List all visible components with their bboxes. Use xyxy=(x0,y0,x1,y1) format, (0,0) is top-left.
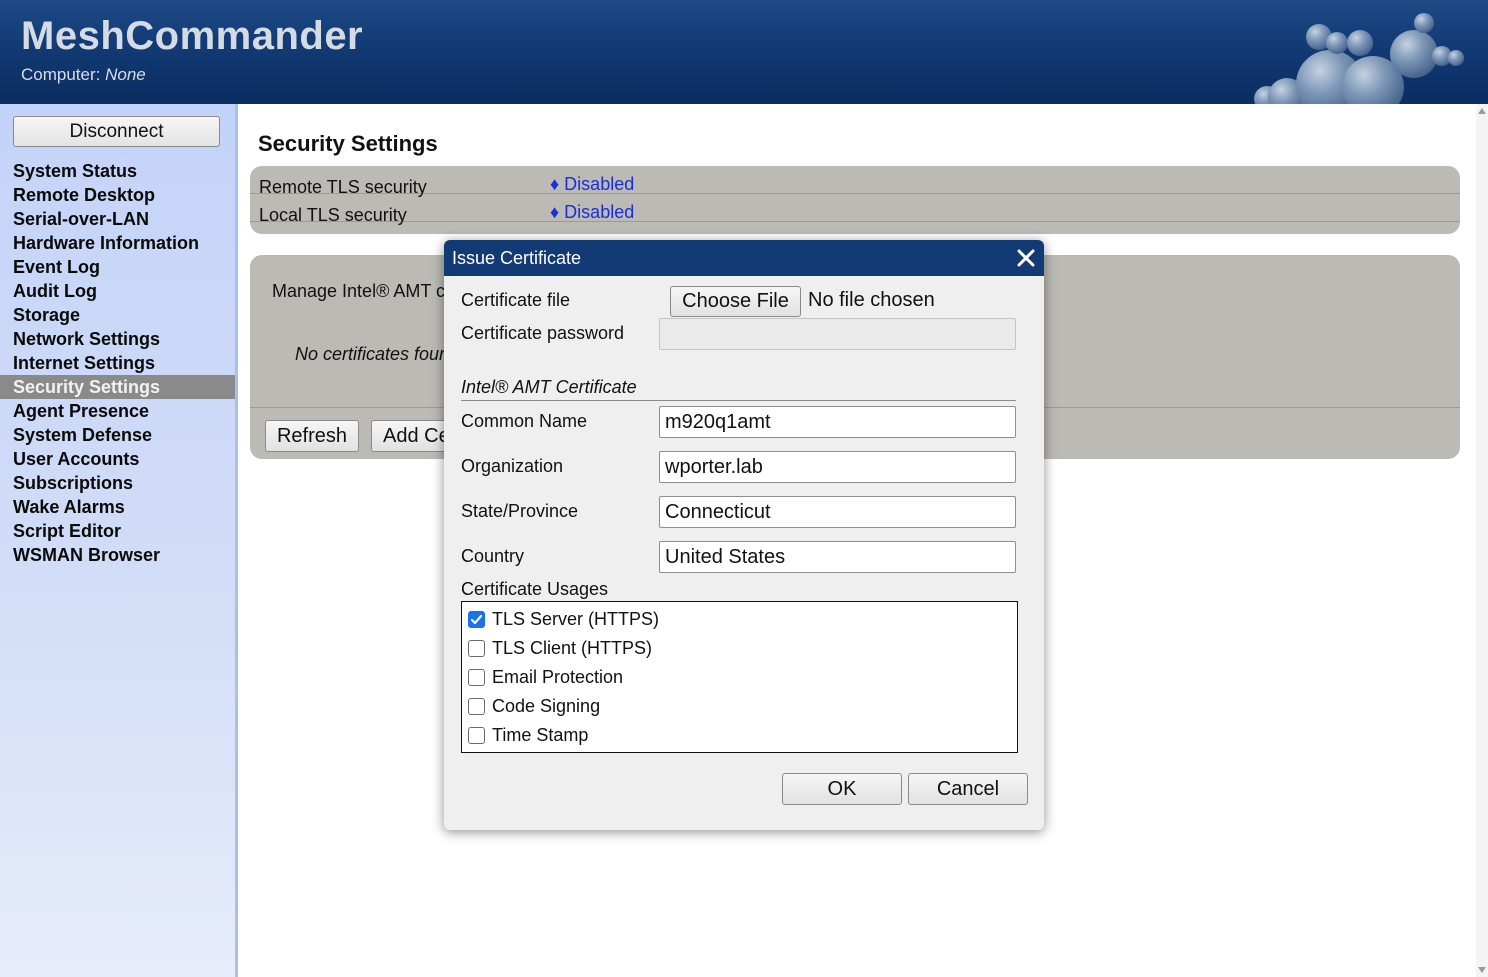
remote-tls-value-link[interactable]: ♦ Disabled xyxy=(550,174,634,195)
usage-code-signing-checkbox[interactable] xyxy=(468,697,485,715)
organization-field[interactable] xyxy=(659,451,1016,483)
local-tls-row: Local TLS security ♦ Disabled xyxy=(250,194,1460,225)
sidebar-item-script-editor[interactable]: Script Editor xyxy=(0,519,235,543)
page-scrollbar[interactable] xyxy=(1476,104,1488,977)
usage-tls-server[interactable]: TLS Server (HTTPS) xyxy=(468,607,659,631)
computer-label: Computer: xyxy=(21,65,101,84)
sidebar-item-event-log[interactable]: Event Log xyxy=(0,255,235,279)
computer-info: Computer: None xyxy=(21,65,146,85)
sidebar-item-wake-alarms[interactable]: Wake Alarms xyxy=(0,495,235,519)
tls-panel: Remote TLS security ♦ Disabled Local TLS… xyxy=(250,166,1460,234)
country-label: Country xyxy=(461,546,525,566)
country-field[interactable] xyxy=(659,541,1016,573)
remote-tls-row: Remote TLS security ♦ Disabled xyxy=(250,166,1460,197)
sidebar-item-hardware-information[interactable]: Hardware Information xyxy=(0,231,235,255)
sidebar-nav: System Status Remote Desktop Serial-over… xyxy=(0,159,235,567)
dialog-titlebar: Issue Certificate xyxy=(444,240,1044,276)
choose-file-button[interactable]: Choose File xyxy=(670,286,801,317)
manage-certificates-text: Manage Intel® AMT c xyxy=(272,281,446,301)
refresh-button[interactable]: Refresh xyxy=(265,420,359,452)
state-province-field[interactable] xyxy=(659,496,1016,528)
usage-tls-client-checkbox[interactable] xyxy=(468,639,485,657)
common-name-label: Common Name xyxy=(461,411,588,431)
close-icon[interactable] xyxy=(1014,246,1038,270)
cancel-button[interactable]: Cancel xyxy=(908,773,1028,805)
usage-code-signing[interactable]: Code Signing xyxy=(468,694,600,718)
dialog-title: Issue Certificate xyxy=(452,248,582,268)
usage-code-signing-label: Code Signing xyxy=(492,695,601,716)
sidebar-item-storage[interactable]: Storage xyxy=(0,303,235,327)
page-title: Security Settings xyxy=(258,131,438,156)
sidebar-item-audit-log[interactable]: Audit Log xyxy=(0,279,235,303)
computer-value: None xyxy=(105,65,146,84)
disconnect-button[interactable]: Disconnect xyxy=(13,116,220,147)
sidebar-item-subscriptions[interactable]: Subscriptions xyxy=(0,471,235,495)
certificate-password-label: Certificate password xyxy=(461,323,625,343)
usage-tls-client-label: TLS Client (HTTPS) xyxy=(492,637,653,658)
usage-email-protection[interactable]: Email Protection xyxy=(468,665,623,689)
sidebar-item-user-accounts[interactable]: User Accounts xyxy=(0,447,235,471)
sidebar-item-system-defense[interactable]: System Defense xyxy=(0,423,235,447)
certificate-usages-list: TLS Server (HTTPS) TLS Client (HTTPS) Em… xyxy=(461,601,1018,753)
usage-time-stamp-label: Time Stamp xyxy=(492,724,589,745)
app-title: MeshCommander xyxy=(21,14,364,58)
sidebar-item-serial-over-lan[interactable]: Serial-over-LAN xyxy=(0,207,235,231)
ok-button[interactable]: OK xyxy=(782,773,902,805)
sidebar-item-internet-settings[interactable]: Internet Settings xyxy=(0,351,235,375)
usage-email-protection-label: Email Protection xyxy=(492,666,624,687)
sidebar-item-security-settings[interactable]: Security Settings xyxy=(0,375,235,399)
file-status-text: No file chosen xyxy=(808,289,935,311)
sidebar: Disconnect System Status Remote Desktop … xyxy=(0,104,238,977)
sidebar-item-remote-desktop[interactable]: Remote Desktop xyxy=(0,183,235,207)
no-certificates-text: No certificates four xyxy=(295,344,446,364)
usage-time-stamp-checkbox[interactable] xyxy=(468,726,485,744)
usage-tls-server-checkbox[interactable] xyxy=(468,610,485,628)
scroll-down-arrow-icon[interactable] xyxy=(1478,967,1486,973)
app-header: MeshCommander Computer: None xyxy=(0,0,1488,104)
certificate-password-field[interactable] xyxy=(659,318,1016,350)
common-name-field[interactable] xyxy=(659,406,1016,438)
sidebar-item-wsman-browser[interactable]: WSMAN Browser xyxy=(0,543,235,567)
scroll-up-arrow-icon[interactable] xyxy=(1478,108,1486,114)
certificate-file-label: Certificate file xyxy=(461,290,571,310)
state-province-label: State/Province xyxy=(461,501,579,521)
checkmark-icon xyxy=(470,614,483,624)
usage-tls-client[interactable]: TLS Client (HTTPS) xyxy=(468,636,652,660)
local-tls-label: Local TLS security xyxy=(259,205,407,225)
issue-certificate-dialog: Issue Certificate Certificate file Choos… xyxy=(444,240,1044,830)
sidebar-item-network-settings[interactable]: Network Settings xyxy=(0,327,235,351)
usage-tls-server-label: TLS Server (HTTPS) xyxy=(492,608,660,629)
usage-time-stamp[interactable]: Time Stamp xyxy=(468,723,588,747)
amt-certificate-section-title: Intel® AMT Certificate xyxy=(461,377,637,397)
section-divider xyxy=(461,400,1016,401)
sidebar-item-system-status[interactable]: System Status xyxy=(0,159,235,183)
local-tls-value-link[interactable]: ♦ Disabled xyxy=(550,202,634,223)
certificate-usages-label: Certificate Usages xyxy=(461,579,609,599)
organization-label: Organization xyxy=(461,456,564,476)
usage-email-protection-checkbox[interactable] xyxy=(468,668,485,686)
sidebar-item-agent-presence[interactable]: Agent Presence xyxy=(0,399,235,423)
